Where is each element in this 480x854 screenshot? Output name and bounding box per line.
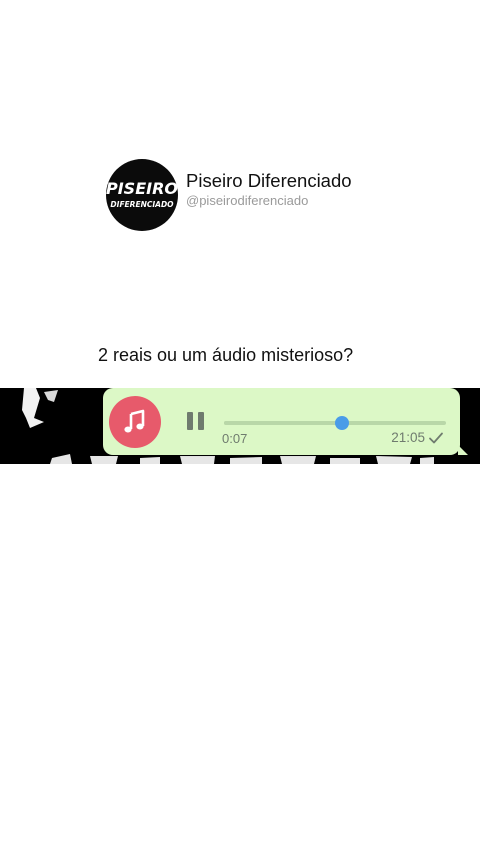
music-note-icon [109, 396, 161, 448]
audio-progress-knob[interactable] [334, 416, 349, 430]
pause-bar-right [197, 412, 204, 430]
profile-text: Piseiro Diferenciado @piseirodiferenciad… [186, 170, 352, 209]
audio-message-bubble[interactable]: 0:07 21:05 [103, 388, 468, 455]
profile-name[interactable]: Piseiro Diferenciado [186, 170, 352, 192]
audio-elapsed-time: 0:07 [222, 431, 248, 446]
pause-bar-left [186, 412, 193, 430]
check-icon [429, 432, 443, 443]
logo-line2: DIFERENCIADO [110, 200, 174, 209]
audio-progress-fill [224, 421, 342, 425]
message-timestamp: 21:05 [391, 430, 425, 445]
pause-icon[interactable] [183, 412, 207, 434]
post-caption: 2 reais ou um áudio misterioso? [98, 345, 354, 365]
audio-progress-slider[interactable] [224, 416, 446, 430]
logo-line1: PISEIRO [106, 179, 178, 198]
profile-header: PISEIRO DIFERENCIADO Piseiro Diferenciad… [106, 159, 352, 231]
piseiro-logo: PISEIRO DIFERENCIADO [106, 179, 178, 209]
profile-avatar[interactable]: PISEIRO DIFERENCIADO [106, 159, 178, 231]
message-timestamp-group: 21:05 [391, 430, 444, 445]
profile-handle[interactable]: @piseirodiferenciado [186, 192, 352, 209]
